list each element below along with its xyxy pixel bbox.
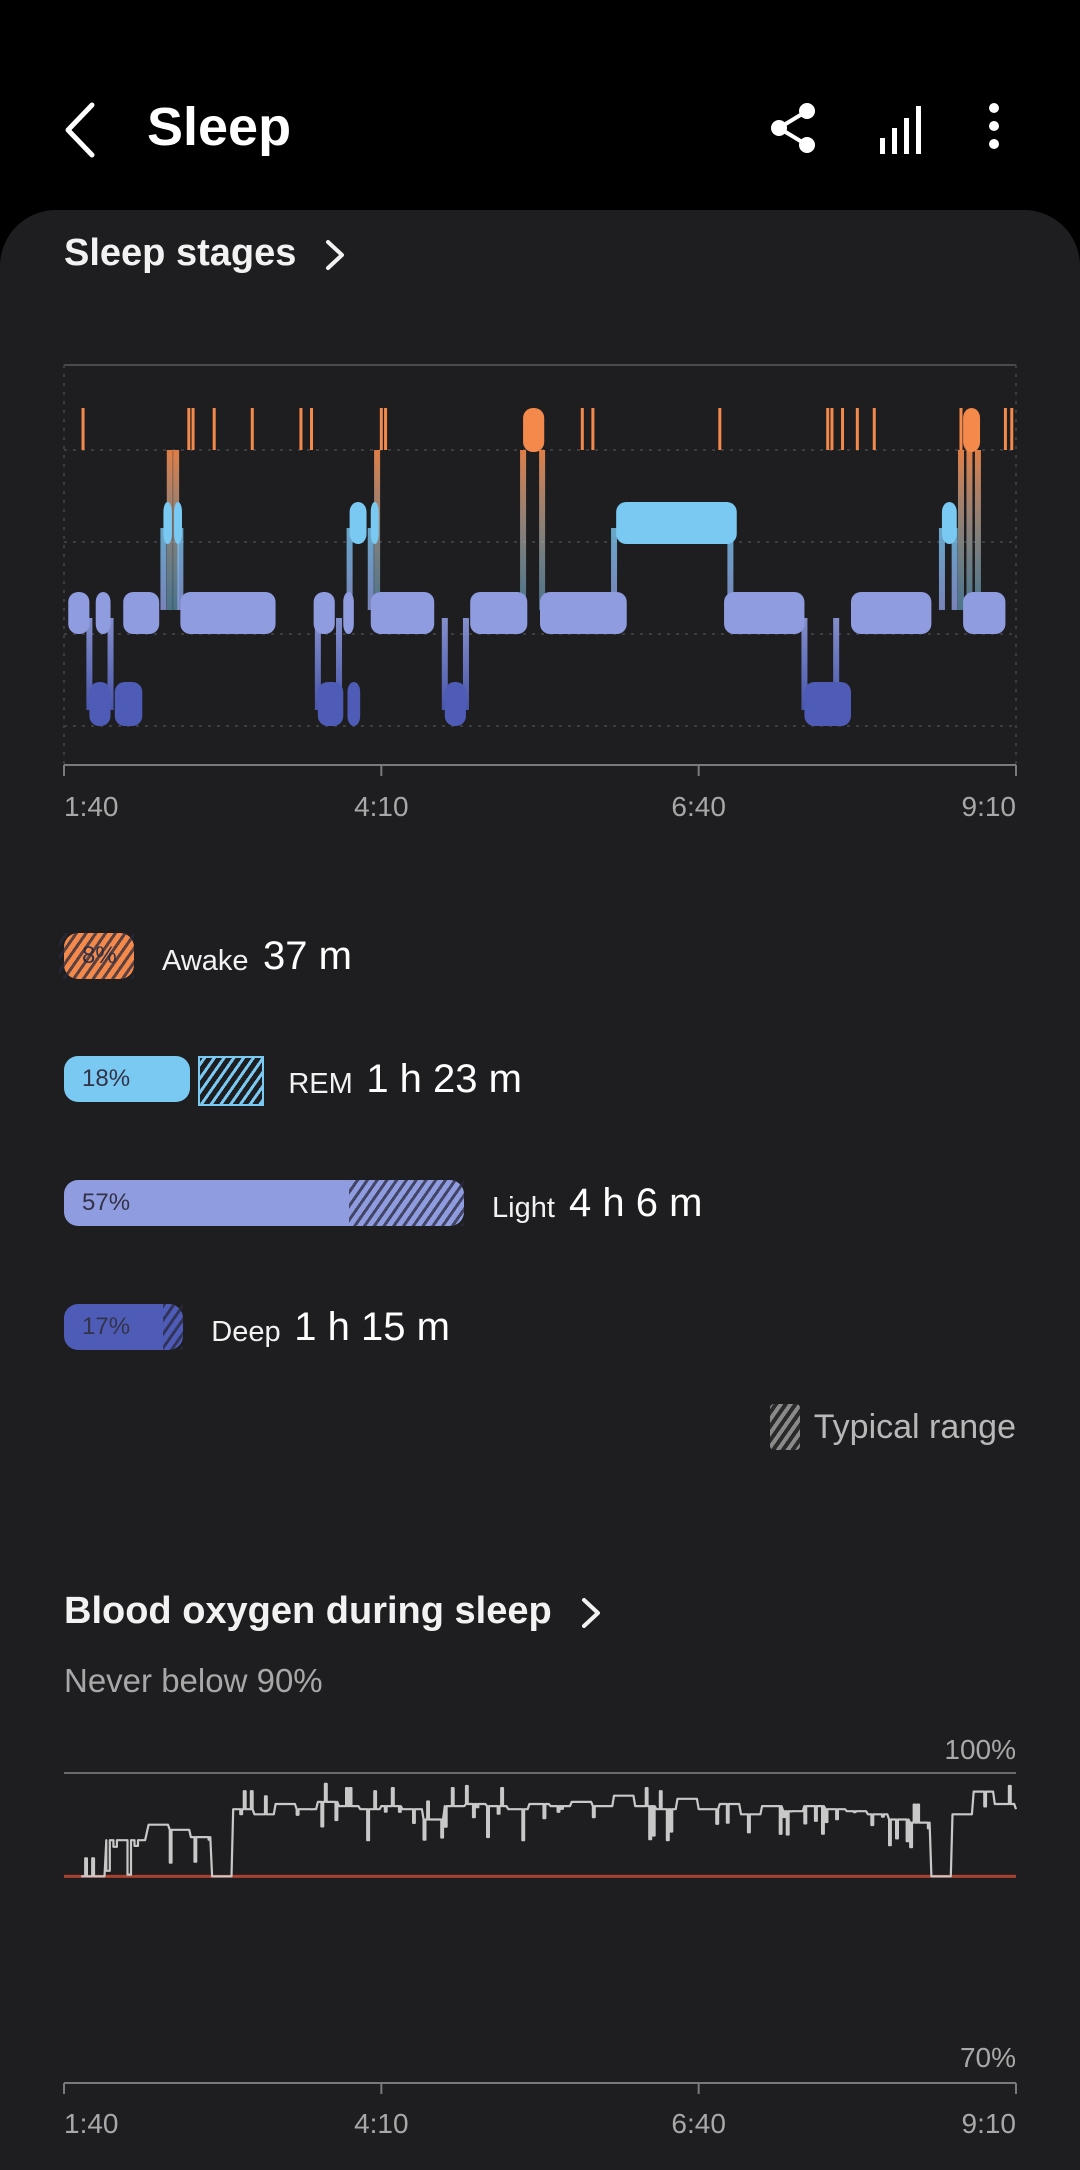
y-min-label: 70% — [960, 2042, 1016, 2073]
blood-oxygen-chart: 100% 70% 1:40 4:10 6:40 9:10 — [0, 0, 1080, 2155]
y-max-label: 100% — [944, 1734, 1016, 1765]
x-tick-label: 9:10 — [962, 2108, 1017, 2139]
x-tick-label: 6:40 — [671, 2108, 726, 2139]
x-tick-label: 4:10 — [354, 2108, 409, 2139]
blood-oxygen-line — [81, 1784, 1016, 1876]
x-tick-label: 1:40 — [64, 2108, 119, 2139]
